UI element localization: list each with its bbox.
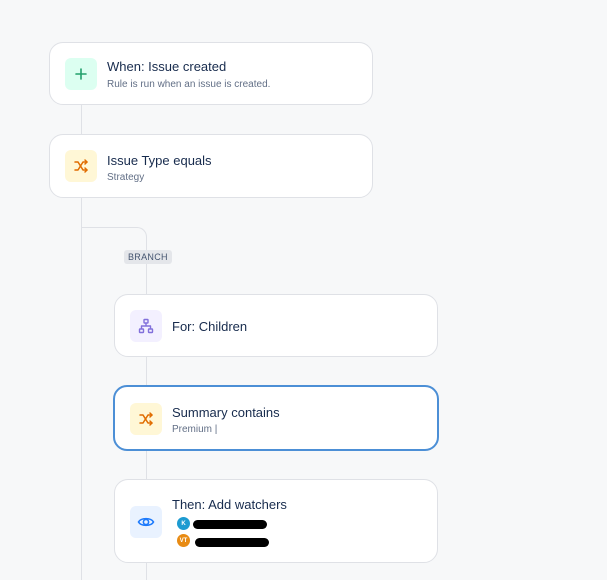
eye-icon [137, 517, 155, 527]
branch-tag: BRANCH [124, 250, 172, 264]
watcher-avatar-2: VT [177, 534, 190, 547]
trigger-icon-box [65, 58, 97, 90]
connector-trigger-to-condition [81, 104, 82, 134]
branch-title: For: Children [172, 319, 248, 334]
trigger-title: When: Issue created [107, 59, 227, 74]
trigger-subtitle: Rule is run when an issue is created. [107, 79, 271, 90]
branch-children-card[interactable]: For: Children [114, 294, 438, 357]
summary-condition-card[interactable]: Summary contains Premium | [113, 385, 439, 451]
action-icon-box [130, 506, 162, 538]
watcher-name-redacted-1 [193, 520, 267, 529]
issue-type-title: Issue Type equals [107, 153, 212, 168]
shuffle-icon [139, 412, 153, 426]
issue-type-condition-card[interactable]: Issue Type equals Strategy [49, 134, 373, 198]
connector-branch-horizontal [82, 227, 137, 228]
issue-type-icon-box [65, 150, 97, 182]
watcher-avatar-1: K [177, 517, 190, 530]
summary-title: Summary contains [172, 405, 280, 420]
connector-main-vertical [81, 197, 82, 580]
trigger-card[interactable]: When: Issue created Rule is run when an … [49, 42, 373, 105]
plus-icon [75, 68, 87, 80]
hierarchy-icon [138, 318, 154, 334]
branch-icon-box [130, 310, 162, 342]
shuffle-icon [74, 159, 88, 173]
summary-subtitle: Premium | [172, 424, 218, 435]
summary-icon-box [130, 403, 162, 435]
watcher-name-redacted-2 [195, 538, 269, 547]
add-watchers-card[interactable]: Then: Add watchers K VT [114, 479, 438, 563]
issue-type-subtitle: Strategy [107, 172, 145, 183]
add-watchers-title: Then: Add watchers [172, 497, 287, 512]
